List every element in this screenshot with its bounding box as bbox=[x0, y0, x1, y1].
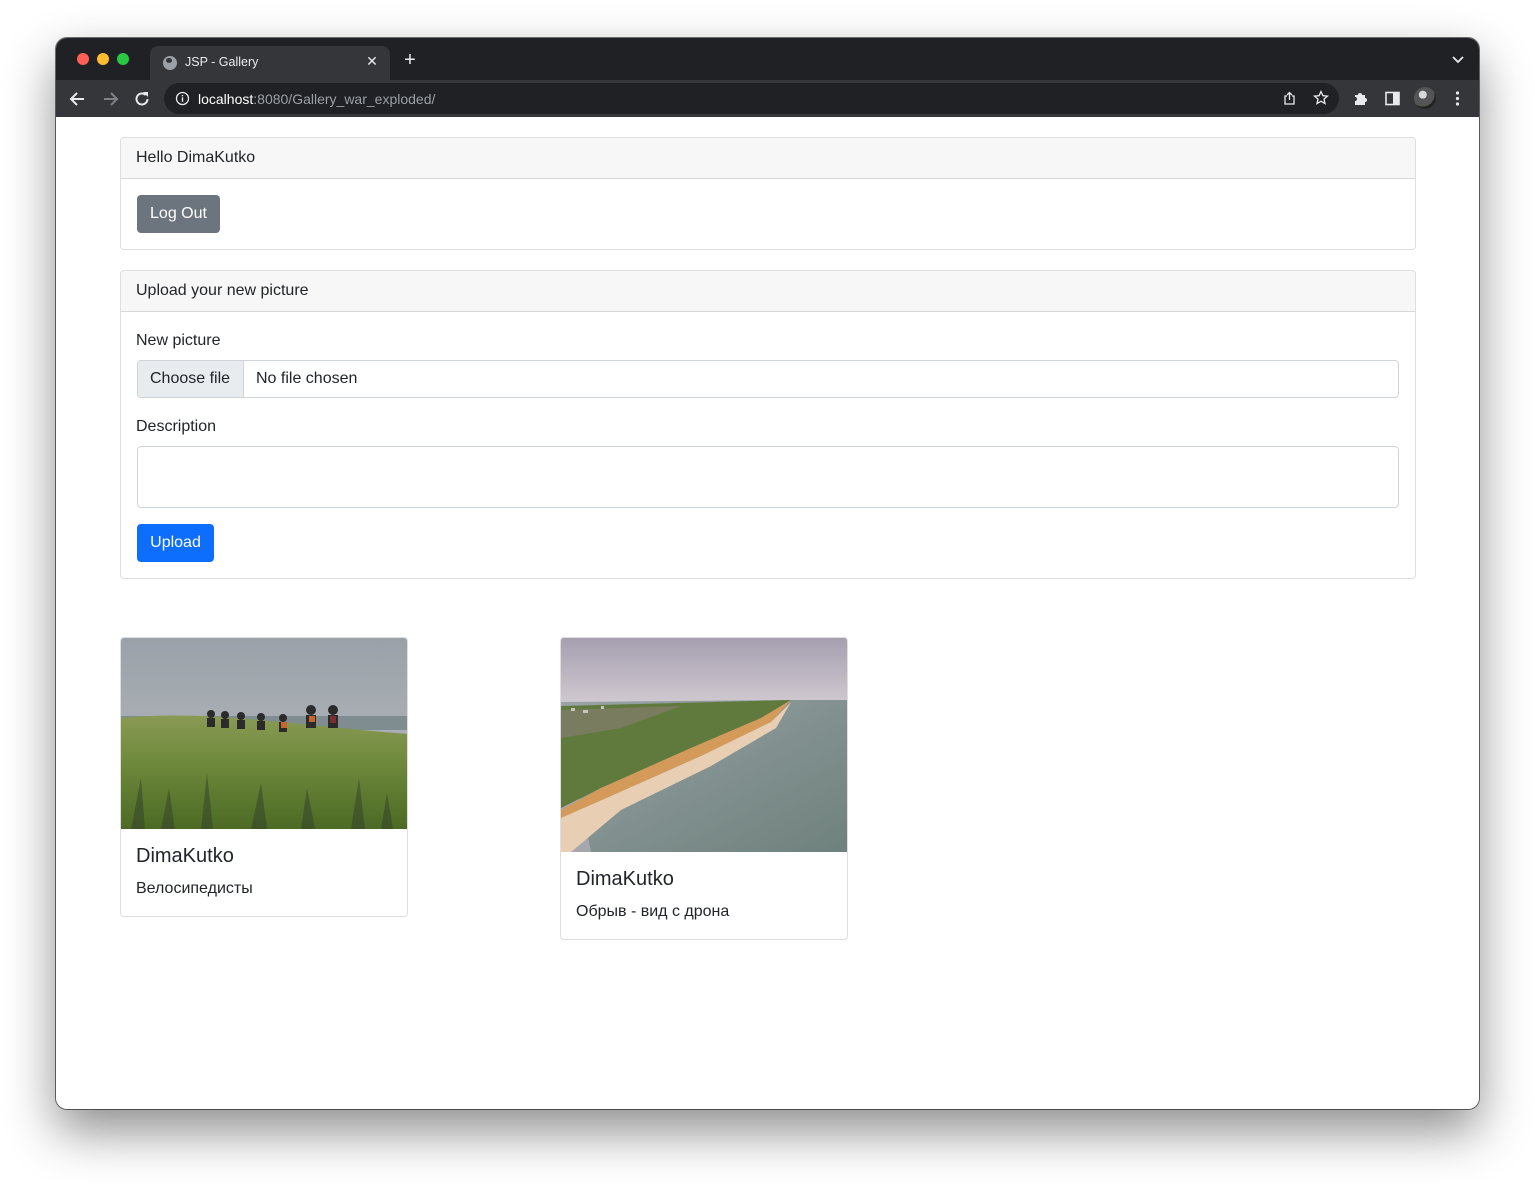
tab-gallery[interactable]: JSP - Gallery ✕ bbox=[150, 46, 390, 80]
logout-button[interactable]: Log Out bbox=[137, 195, 220, 233]
back-arrow-icon[interactable] bbox=[68, 89, 88, 109]
share-icon[interactable] bbox=[1282, 91, 1297, 106]
browser-window: JSP - Gallery ✕ + localhost:8080/Gallery… bbox=[56, 38, 1479, 1109]
file-input[interactable]: Choose file No file chosen bbox=[137, 360, 1399, 398]
choose-file-button[interactable]: Choose file bbox=[138, 361, 244, 397]
tab-bar: JSP - Gallery ✕ + bbox=[56, 38, 1479, 80]
url-path: :8080/Gallery_war_exploded/ bbox=[253, 91, 436, 107]
chevron-down-icon[interactable] bbox=[1451, 52, 1465, 66]
browser-toolbar: localhost:8080/Gallery_war_exploded/ bbox=[56, 80, 1479, 117]
zoom-window-button[interactable] bbox=[117, 53, 129, 65]
gallery-card[interactable]: DimaKutko Велосипедисты bbox=[120, 637, 408, 917]
photo-author: DimaKutko bbox=[576, 868, 674, 890]
photo-body: DimaKutko Обрыв - вид с дрона bbox=[561, 852, 847, 939]
new-tab-button[interactable]: + bbox=[400, 50, 420, 70]
side-panel-icon[interactable] bbox=[1384, 90, 1401, 107]
page-content: Hello DimaKutko Log Out Upload your new … bbox=[56, 117, 1479, 1109]
close-tab-icon[interactable]: ✕ bbox=[364, 53, 380, 69]
minimize-window-button[interactable] bbox=[97, 53, 109, 65]
cliff-photo-image bbox=[561, 638, 847, 852]
greeting-header: Hello DimaKutko bbox=[121, 138, 1415, 179]
tab-title: JSP - Gallery bbox=[185, 55, 259, 69]
extensions-puzzle-icon[interactable] bbox=[1352, 90, 1369, 107]
upload-header: Upload your new picture bbox=[121, 271, 1415, 312]
globe-icon bbox=[163, 56, 177, 70]
greeting-card: Hello DimaKutko Log Out bbox=[120, 137, 1416, 250]
description-label: Description bbox=[136, 418, 217, 435]
forward-arrow-icon[interactable] bbox=[100, 89, 120, 109]
photo-description: Обрыв - вид с дрона bbox=[576, 903, 730, 920]
close-window-button[interactable] bbox=[77, 53, 89, 65]
address-bar[interactable]: localhost:8080/Gallery_war_exploded/ bbox=[164, 83, 1339, 114]
bookmark-star-icon[interactable] bbox=[1313, 90, 1329, 106]
upload-button[interactable]: Upload bbox=[137, 524, 214, 562]
photo-cliff[interactable] bbox=[561, 638, 847, 852]
upload-card: Upload your new picture New picture Choo… bbox=[120, 270, 1416, 579]
reload-icon[interactable] bbox=[132, 89, 152, 109]
file-status-text: No file chosen bbox=[256, 370, 358, 387]
profile-avatar[interactable] bbox=[1414, 87, 1436, 109]
new-picture-label: New picture bbox=[136, 332, 221, 349]
photo-author: DimaKutko bbox=[136, 845, 234, 867]
description-textarea[interactable] bbox=[137, 446, 1399, 508]
cyclists-photo-image bbox=[121, 638, 407, 829]
photo-cyclists[interactable] bbox=[121, 638, 407, 829]
url-text: localhost:8080/Gallery_war_exploded/ bbox=[198, 91, 435, 107]
photo-body: DimaKutko Велосипедисты bbox=[121, 829, 407, 916]
gallery-card[interactable]: DimaKutko Обрыв - вид с дрона bbox=[560, 637, 848, 940]
info-icon[interactable] bbox=[175, 91, 190, 106]
photo-description: Велосипедисты bbox=[136, 880, 253, 897]
url-host: localhost bbox=[198, 91, 254, 107]
more-menu-icon[interactable] bbox=[1449, 90, 1466, 107]
